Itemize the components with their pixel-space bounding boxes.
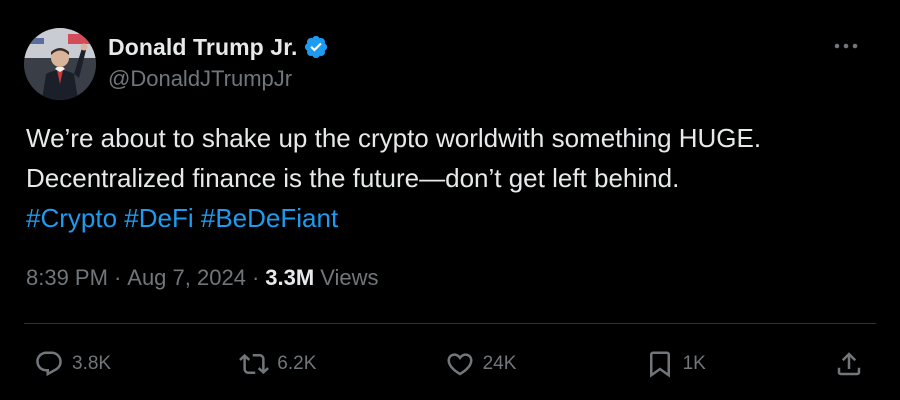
tweet-hashtags: #Crypto #DeFi #BeDeFiant xyxy=(26,198,876,238)
meta-separator: · xyxy=(113,265,122,290)
views-count: 3.3M xyxy=(265,265,315,290)
tweet-header: Donald Trump Jr. @DonaldJTrumpJr xyxy=(24,28,876,100)
display-name[interactable]: Donald Trump Jr. xyxy=(108,34,297,61)
hashtag-defi[interactable]: #DeFi xyxy=(124,203,193,233)
reply-icon xyxy=(36,351,62,377)
tweet-time[interactable]: 8:39 PM xyxy=(26,265,108,291)
tweet-card: Donald Trump Jr. @DonaldJTrumpJr We’re a… xyxy=(0,0,900,400)
display-name-row: Donald Trump Jr. xyxy=(108,32,329,62)
author-names: Donald Trump Jr. @DonaldJTrumpJr xyxy=(108,32,329,92)
action-bar: 3.8K 6.2K 24K 1K xyxy=(34,344,864,384)
tweet-meta: 8:39 PM · Aug 7, 2024 · 3.3M Views xyxy=(26,265,378,291)
bookmark-count: 1K xyxy=(682,353,706,374)
retweet-icon xyxy=(239,353,270,375)
reply-button[interactable]: 3.8K xyxy=(34,349,111,379)
verified-badge-icon[interactable] xyxy=(303,34,329,60)
tweet-text: We’re about to shake up the crypto world… xyxy=(26,118,876,238)
retweet-button[interactable]: 6.2K xyxy=(239,349,316,379)
divider xyxy=(24,323,876,324)
share-icon xyxy=(837,352,861,376)
like-count: 24K xyxy=(482,353,517,374)
author-handle[interactable]: @DonaldJTrumpJr xyxy=(108,66,329,92)
bookmark-button[interactable]: 1K xyxy=(645,349,706,379)
more-options-button[interactable] xyxy=(830,34,862,58)
more-horizontal-icon xyxy=(834,43,858,49)
tweet-date[interactable]: Aug 7, 2024 xyxy=(127,265,246,291)
retweet-count: 6.2K xyxy=(277,353,317,374)
avatar-image xyxy=(24,28,96,100)
share-button[interactable] xyxy=(834,349,864,379)
like-button[interactable]: 24K xyxy=(445,349,517,379)
hashtag-bedefiant[interactable]: #BeDeFiant xyxy=(201,203,338,233)
avatar[interactable] xyxy=(24,28,96,100)
tweet-text-line-1: We’re about to shake up the crypto world… xyxy=(26,123,762,153)
views-label: Views xyxy=(320,265,379,290)
tweet-text-line-2: Decentralized finance is the future—don’… xyxy=(26,163,680,193)
meta-separator-2: · xyxy=(251,265,260,290)
hashtag-crypto[interactable]: #Crypto xyxy=(26,203,117,233)
reply-count: 3.8K xyxy=(72,353,112,374)
heart-icon xyxy=(447,353,473,376)
bookmark-icon xyxy=(649,351,670,378)
